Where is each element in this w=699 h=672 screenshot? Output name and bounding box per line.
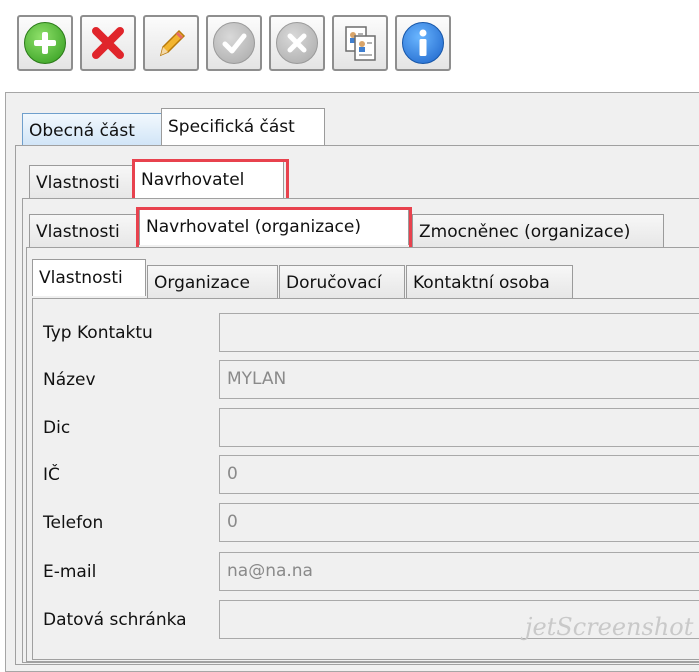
tab-vlastnosti-l4[interactable]: Vlastnosti xyxy=(32,259,146,296)
confirm-button[interactable] xyxy=(206,15,262,71)
tab-vlastnosti-l2[interactable]: Vlastnosti xyxy=(29,165,135,199)
edit-icon xyxy=(159,29,186,57)
telefon-field[interactable]: 0 xyxy=(219,503,699,542)
delete-icon xyxy=(92,27,124,59)
add-button[interactable] xyxy=(17,15,73,71)
tab-label: Obecná část xyxy=(29,120,135,141)
tab-label: Vlastnosti xyxy=(36,172,120,193)
tab-label: Organizace xyxy=(154,272,250,293)
typ-kontaktu-field[interactable] xyxy=(219,313,699,352)
label-typ-kontaktu: Typ Kontaktu xyxy=(43,323,153,343)
tab-vlastnosti-l3[interactable]: Vlastnosti xyxy=(29,214,137,248)
label-ic: IČ xyxy=(43,465,60,485)
highlight-box xyxy=(132,159,289,201)
tab-label: Vlastnosti xyxy=(36,221,120,242)
label-nazev: Název xyxy=(43,370,96,390)
tab-organizace[interactable]: Organizace xyxy=(147,265,278,299)
cancel-button[interactable] xyxy=(269,15,325,71)
tab-label: Zmocněnec (organizace) xyxy=(419,221,631,242)
label-dic: Dic xyxy=(43,418,71,438)
info-icon xyxy=(402,22,444,64)
label-telefon: Telefon xyxy=(43,513,104,533)
highlight-box xyxy=(136,207,412,250)
label-email: E-mail xyxy=(43,562,97,582)
tab-dorucovaci[interactable]: Doručovací xyxy=(279,265,405,299)
cancel-icon xyxy=(276,22,318,64)
watermark: jetScreenshot xyxy=(525,613,694,641)
tab-label: Kontaktní osoba xyxy=(413,272,550,293)
tab-zmocnenec-organizace[interactable]: Zmocněnec (organizace) xyxy=(412,214,664,248)
delete-button[interactable] xyxy=(80,15,136,71)
email-field[interactable]: na@na.na xyxy=(219,552,699,591)
tab-obecna-cast[interactable]: Obecná část xyxy=(22,113,162,147)
tab-label: Doručovací xyxy=(286,272,382,293)
tab-specificka-cast[interactable]: Specifická část xyxy=(161,108,325,145)
dic-field[interactable] xyxy=(219,408,699,447)
label-datova-schranka: Datová schránka xyxy=(43,610,187,630)
copy-contacts-icon xyxy=(345,26,376,61)
nazev-field[interactable]: MYLAN xyxy=(219,360,699,399)
toolbar xyxy=(0,0,699,80)
confirm-icon xyxy=(213,22,255,64)
copy-contacts-button[interactable] xyxy=(332,15,388,71)
tab-label: Vlastnosti xyxy=(39,268,123,288)
info-button[interactable] xyxy=(395,15,451,71)
tab-label: Specifická část xyxy=(168,117,295,137)
tab-kontaktni-osoba[interactable]: Kontaktní osoba xyxy=(406,265,573,299)
edit-button[interactable] xyxy=(143,15,199,71)
ic-field[interactable]: 0 xyxy=(219,455,699,494)
add-icon xyxy=(24,22,66,64)
